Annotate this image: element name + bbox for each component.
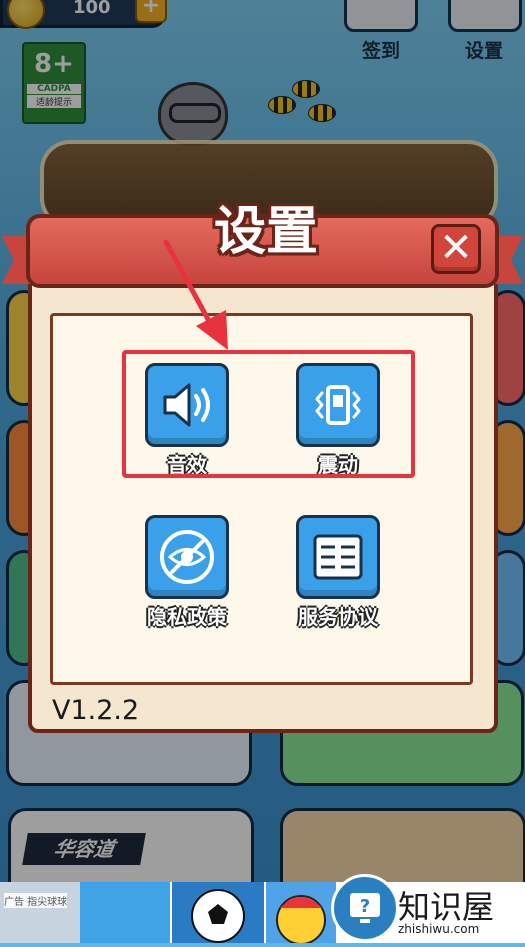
help-watermark-icon: ? xyxy=(331,874,399,942)
service-agreement-setting[interactable]: 服务协议 xyxy=(283,515,393,630)
soccer-ball-icon xyxy=(191,889,245,943)
privacy-policy-setting[interactable]: 隐私政策 xyxy=(132,515,242,630)
annotation-highlight-box xyxy=(122,350,415,478)
service-agreement-button[interactable] xyxy=(296,515,380,599)
close-button[interactable]: ✕ xyxy=(431,224,481,274)
service-agreement-label: 服务协议 xyxy=(298,605,378,629)
cartoon-ball-icon xyxy=(276,895,326,945)
version-label: V1.2.2 xyxy=(52,695,140,726)
annotation-arrow-icon xyxy=(163,239,228,350)
ad-thumbnail[interactable] xyxy=(172,882,264,943)
privacy-policy-label: 隐私政策 xyxy=(147,605,227,629)
svg-text:?: ? xyxy=(360,896,370,917)
ad-label: 广告 指尖球球 xyxy=(4,893,68,908)
watermark-url: zhishiwu.com xyxy=(398,922,480,936)
privacy-policy-button[interactable] xyxy=(145,515,229,599)
ad-thumbnail[interactable] xyxy=(0,882,80,943)
agreement-list-icon xyxy=(313,534,363,580)
privacy-eye-icon xyxy=(160,530,214,584)
ad-thumbnail[interactable] xyxy=(266,882,336,945)
ad-thumbnail[interactable] xyxy=(80,882,170,943)
